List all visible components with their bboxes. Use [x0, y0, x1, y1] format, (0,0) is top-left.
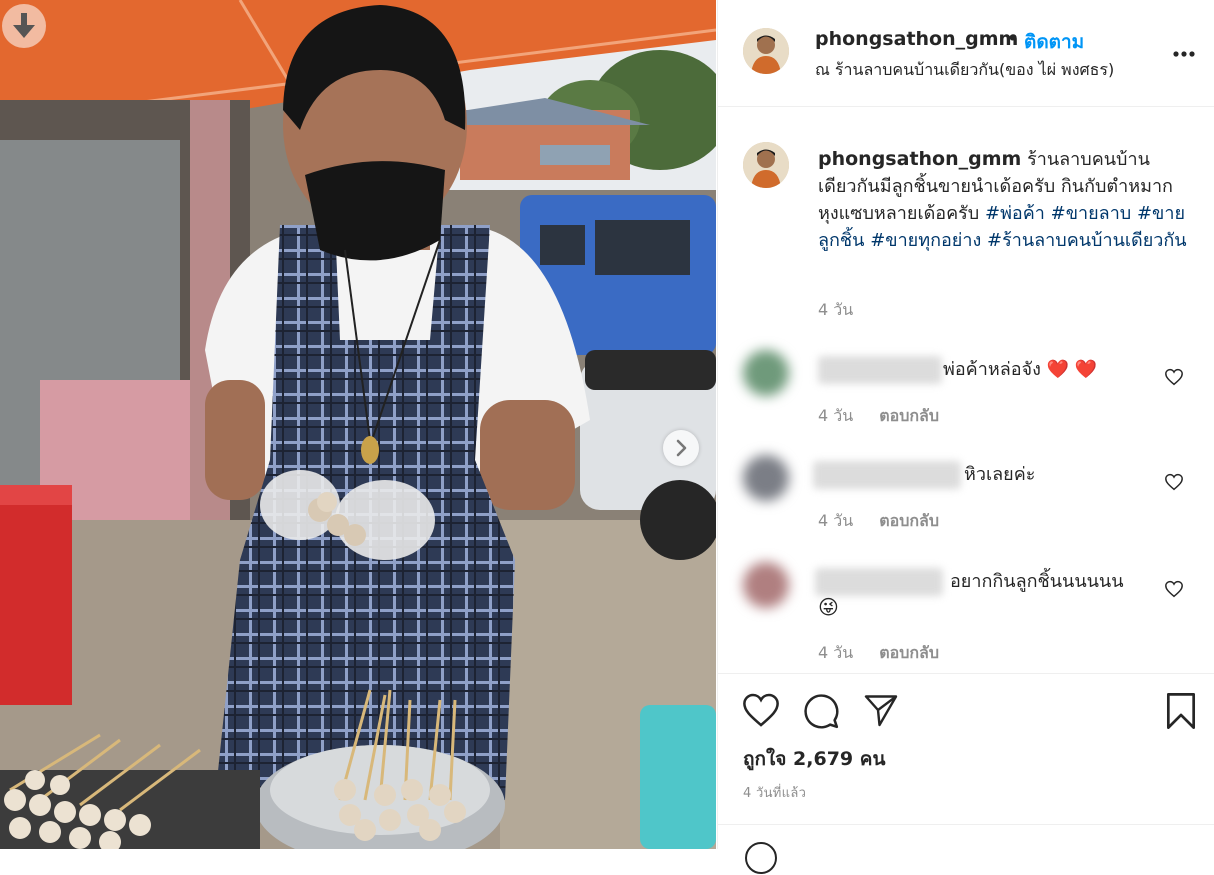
- comment-avatar[interactable]: [743, 350, 789, 396]
- caption-username[interactable]: phongsathon_gmm: [818, 148, 1021, 170]
- chevron-right-icon: [676, 439, 687, 457]
- next-photo-button[interactable]: [663, 430, 699, 466]
- avatar-image: [743, 142, 789, 188]
- comment-username-blurred[interactable]: [813, 461, 961, 489]
- comment-like-icon[interactable]: [1164, 580, 1184, 598]
- likes-count[interactable]: ถูกใจ 2,679 คน: [743, 744, 885, 774]
- post-image: [0, 0, 716, 849]
- download-arrow-icon: [13, 13, 35, 38]
- bookmark-icon[interactable]: [1164, 692, 1198, 730]
- caption-timestamp[interactable]: 4 วัน: [818, 298, 853, 323]
- follow-button[interactable]: ติดตาม: [1024, 27, 1084, 57]
- comment-avatar[interactable]: [743, 562, 789, 608]
- avatar[interactable]: [743, 28, 789, 74]
- hashtag[interactable]: #พ่อค้า: [985, 203, 1045, 224]
- post-actions: ถูกใจ 2,679 คน 4 วันที่แล้ว: [718, 673, 1214, 874]
- comment-text: พ่อค้าหล่อจัง ❤️ ❤️: [943, 356, 1097, 383]
- comment-body: หิวเลยค่ะ: [964, 464, 1036, 485]
- comment-avatar[interactable]: [743, 455, 789, 501]
- heart-emoji: ❤️ ❤️: [1046, 359, 1098, 380]
- reply-button[interactable]: ตอบกลับ: [879, 643, 939, 662]
- more-options-button[interactable]: [1173, 42, 1195, 61]
- location-link[interactable]: ณ ร้านลาบคนบ้านเดียวกัน(ของ ไผ่ พงศธร): [815, 58, 1114, 83]
- comment-item: อยากกินลูกชิ้นนนนนน 😜 4 วัน ตอบกลับ: [743, 562, 1198, 672]
- hashtag[interactable]: #ขายลาบ: [1051, 203, 1132, 224]
- comment-meta: 4 วัน ตอบกลับ: [818, 509, 965, 534]
- comment-meta: 4 วัน ตอบกลับ: [818, 404, 965, 429]
- comment-timestamp[interactable]: 4 วัน: [818, 511, 853, 530]
- post-side-panel: phongsathon_gmm • ติดตาม ณ ร้านลาบคนบ้าน…: [717, 0, 1214, 874]
- caption-avatar[interactable]: [743, 142, 789, 188]
- heart-icon[interactable]: [742, 692, 780, 728]
- comment-username-blurred[interactable]: [815, 568, 943, 596]
- caption-text: phongsathon_gmm ร้านลาบคนบ้านเดียวกันมีล…: [818, 146, 1188, 254]
- reply-button[interactable]: ตอบกลับ: [879, 406, 939, 425]
- hashtag[interactable]: #ขายทุกอย่าง: [870, 230, 981, 251]
- comment-item: พ่อค้าหล่อจัง ❤️ ❤️ 4 วัน ตอบกลับ: [743, 350, 1198, 440]
- post-photo: [0, 0, 716, 849]
- comment-text: อยากกินลูกชิ้นนนนนน: [950, 568, 1124, 595]
- post-author-username[interactable]: phongsathon_gmm: [815, 28, 1018, 50]
- comment-timestamp[interactable]: 4 วัน: [818, 406, 853, 425]
- comment-like-icon[interactable]: [1164, 368, 1184, 386]
- comment-item: หิวเลยค่ะ 4 วัน ตอบกลับ: [743, 455, 1198, 545]
- post-header: phongsathon_gmm • ติดตาม ณ ร้านลาบคนบ้าน…: [718, 0, 1214, 107]
- comment-text: หิวเลยค่ะ: [964, 461, 1035, 488]
- post-timestamp[interactable]: 4 วันที่แล้ว: [743, 782, 806, 803]
- download-button[interactable]: [2, 4, 46, 48]
- comment-body: พ่อค้าหล่อจัง: [943, 359, 1041, 380]
- comment-meta: 4 วัน ตอบกลับ: [818, 641, 965, 666]
- comment-username-blurred[interactable]: [818, 356, 942, 384]
- comment-like-icon[interactable]: [1164, 473, 1184, 491]
- comment-timestamp[interactable]: 4 วัน: [818, 643, 853, 662]
- comment-body: อยากกินลูกชิ้นนนนนน: [950, 571, 1124, 592]
- emoji-icon[interactable]: [744, 841, 778, 875]
- hashtag[interactable]: #ร้านลาบคนบ้านเดียวกัน: [987, 230, 1187, 251]
- separator-dot: •: [1007, 28, 1019, 50]
- avatar-image: [743, 28, 789, 74]
- winking-face-emoji: 😜: [818, 595, 839, 619]
- paper-plane-icon[interactable]: [862, 692, 900, 728]
- more-options-icon: [1173, 51, 1195, 57]
- reply-button[interactable]: ตอบกลับ: [879, 511, 939, 530]
- add-comment-bar: [718, 824, 1214, 874]
- speech-bubble-icon[interactable]: [802, 692, 840, 730]
